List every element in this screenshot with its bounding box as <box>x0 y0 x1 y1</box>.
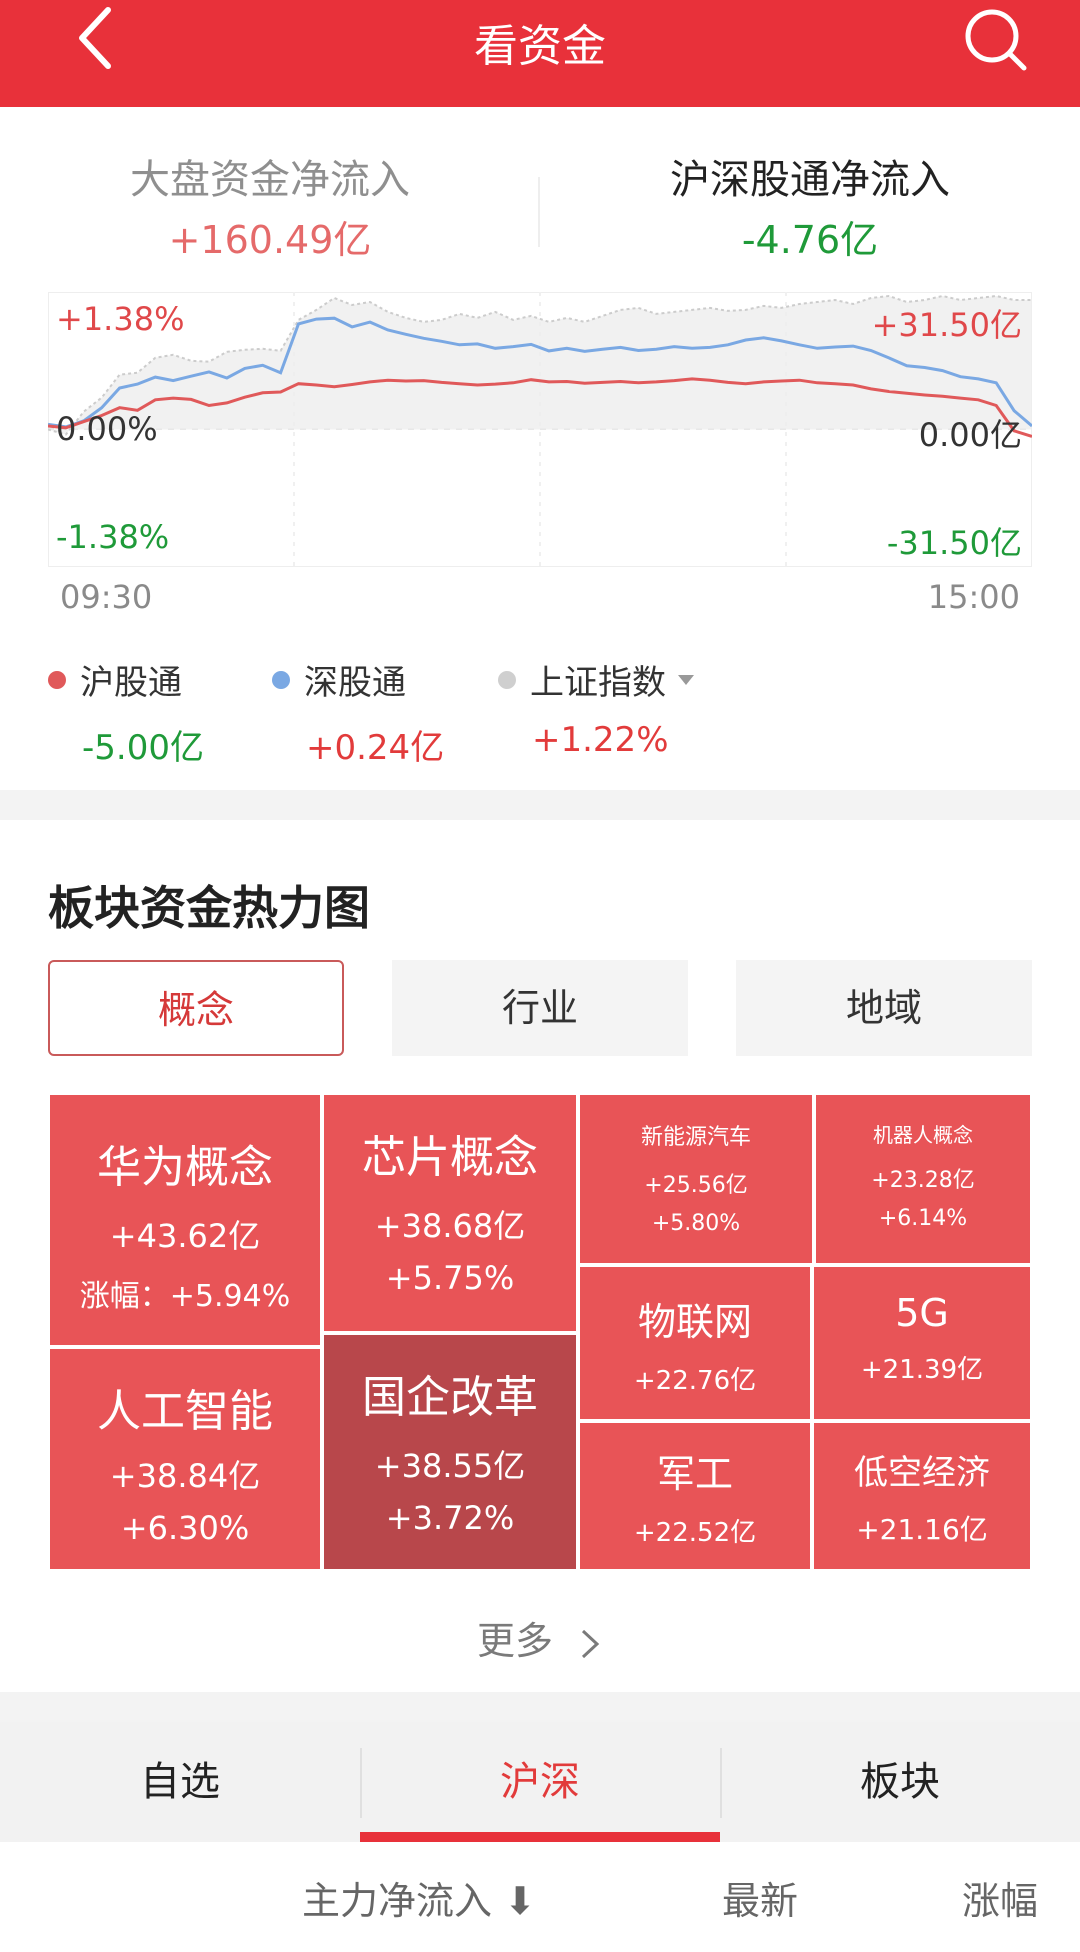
top-bar: 看资金 <box>0 0 1080 107</box>
heatmap-cell-huawei[interactable]: 华为概念 +43.62亿 涨幅：+5.94% <box>48 1093 322 1347</box>
cell-pct: +3.72% <box>385 1499 515 1537</box>
more-label: 更多 <box>476 1619 553 1663</box>
cell-amount: +21.39亿 <box>860 1355 984 1385</box>
cell-amount: +43.62亿 <box>109 1217 261 1255</box>
y-right-top: +31.50亿 <box>871 306 1022 344</box>
legend-value: -5.00亿 <box>82 728 204 768</box>
cell-pct: +5.75% <box>385 1259 515 1297</box>
cell-name: 低空经济 <box>854 1453 990 1493</box>
segment-region[interactable]: 地域 <box>736 960 1032 1056</box>
section-title: 板块资金热力图 <box>48 881 370 935</box>
heatmap-cell-low-altitude[interactable]: 低空经济 +21.16亿 <box>812 1421 1032 1571</box>
cell-amount: +38.84亿 <box>109 1457 261 1495</box>
tab-hushen[interactable]: 沪深 <box>360 1722 720 1842</box>
tab-sector[interactable]: 板块 <box>720 1722 1080 1842</box>
cell-pct: +6.30% <box>120 1509 250 1547</box>
tab-northbound-flow[interactable]: 沪深股通净流入 -4.76亿 <box>580 147 1040 264</box>
cell-amount: +23.28亿 <box>871 1168 975 1193</box>
cell-pct: +6.14% <box>878 1206 968 1231</box>
tab-market-flow[interactable]: 大盘资金净流入 +160.49亿 <box>40 147 500 264</box>
legend-dot <box>272 670 290 689</box>
legend-dot <box>48 670 66 689</box>
chevron-right-icon <box>582 1629 600 1658</box>
legend-value: +0.24亿 <box>306 728 445 768</box>
heatmap-cell-5g[interactable]: 5G +21.39亿 <box>812 1265 1032 1421</box>
heatmap-cell-robot[interactable]: 机器人概念 +23.28亿 +6.14% <box>814 1093 1032 1265</box>
sort-change[interactable]: 涨幅 <box>962 1870 1038 1925</box>
y-right-mid: 0.00亿 <box>918 416 1022 454</box>
x-end-label: 15:00 <box>927 578 1020 616</box>
heatmap-cell-nev[interactable]: 新能源汽车 +25.56亿 +5.80% <box>578 1093 814 1265</box>
cell-pct: 涨幅：+5.94% <box>79 1279 291 1314</box>
legend-value: +1.22% <box>532 720 669 760</box>
cell-name: 物联网 <box>637 1300 752 1344</box>
tab-label: 沪深股通净流入 <box>670 157 950 203</box>
legend-dot <box>498 670 516 689</box>
tab-watchlist[interactable]: 自选 <box>0 1722 360 1842</box>
market-tabs: 自选 沪深 板块 <box>0 1722 1080 1842</box>
cell-name: 人工智能 <box>97 1386 273 1437</box>
tab-label: 大盘资金净流入 <box>130 157 410 203</box>
section-divider <box>0 790 1080 820</box>
y-left-bottom: -1.38% <box>56 518 170 556</box>
cell-name: 新能源汽车 <box>640 1125 751 1150</box>
heatmap-cell-defense[interactable]: 军工 +22.52亿 <box>578 1421 812 1571</box>
page-title: 看资金 <box>474 21 606 72</box>
cell-name: 国企改革 <box>362 1372 538 1423</box>
flow-tabs: 大盘资金净流入 +160.49亿 沪深股通净流入 -4.76亿 <box>0 107 1080 287</box>
sort-main-inflow[interactable]: 主力净流入 ⬇ <box>302 1870 536 1925</box>
legend-name: 深股通 <box>304 663 406 703</box>
segment-concept[interactable]: 概念 <box>48 960 344 1056</box>
sort-bar: 主力净流入 ⬇ 最新 涨幅 <box>0 1842 1080 1952</box>
dropdown-caret-icon[interactable] <box>678 674 694 685</box>
active-tab-indicator <box>360 1832 720 1842</box>
cell-name: 机器人概念 <box>873 1123 973 1147</box>
sector-heatmap: 华为概念 +43.62亿 涨幅：+5.94% 人工智能 +38.84亿 +6.3… <box>48 1093 1032 1571</box>
y-left-mid: 0.00% <box>56 410 158 448</box>
cell-amount: +25.56亿 <box>644 1173 748 1198</box>
cell-amount: +38.55亿 <box>374 1447 526 1485</box>
y-left-top: +1.38% <box>56 300 185 338</box>
sort-latest[interactable]: 最新 <box>722 1870 798 1925</box>
heatmap-cell-iot[interactable]: 物联网 +22.76亿 <box>578 1265 812 1421</box>
heatmap-cell-soe-reform[interactable]: 国企改革 +38.55亿 +3.72% <box>322 1333 578 1571</box>
heatmap-cell-chip[interactable]: 芯片概念 +38.68亿 +5.75% <box>322 1093 578 1333</box>
legend-name: 沪股通 <box>80 663 182 703</box>
cell-pct: +5.80% <box>651 1211 741 1236</box>
legend-sgt: 深股通 +0.24亿 <box>272 655 444 769</box>
legend-index[interactable]: 上证指数 +1.22% <box>498 655 694 760</box>
cell-amount: +22.52亿 <box>633 1518 757 1548</box>
legend-name: 上证指数 <box>530 663 666 703</box>
tab-value: +160.49亿 <box>168 218 372 262</box>
more-link[interactable]: 更多 <box>0 1610 1080 1665</box>
cell-amount: +21.16亿 <box>856 1513 988 1546</box>
tab-divider <box>538 177 540 247</box>
cell-amount: +38.68亿 <box>374 1207 526 1245</box>
heatmap-cell-ai[interactable]: 人工智能 +38.84亿 +6.30% <box>48 1347 322 1571</box>
cell-name: 军工 <box>656 1452 733 1496</box>
tab-value: -4.76亿 <box>741 218 879 262</box>
y-right-bottom: -31.50亿 <box>886 524 1022 562</box>
search-icon[interactable] <box>960 4 1030 74</box>
cell-name: 华为概念 <box>97 1142 273 1193</box>
cell-name: 5G <box>895 1291 949 1335</box>
cell-name: 芯片概念 <box>362 1132 538 1183</box>
cell-amount: +22.76亿 <box>633 1366 757 1396</box>
x-start-label: 09:30 <box>60 578 153 616</box>
section-divider <box>0 1692 1080 1722</box>
legend-hgt: 沪股通 -5.00亿 <box>48 655 204 769</box>
segment-industry[interactable]: 行业 <box>392 960 688 1056</box>
flow-chart: +1.38% 0.00% -1.38% +31.50亿 0.00亿 -31.50… <box>47 291 1033 568</box>
